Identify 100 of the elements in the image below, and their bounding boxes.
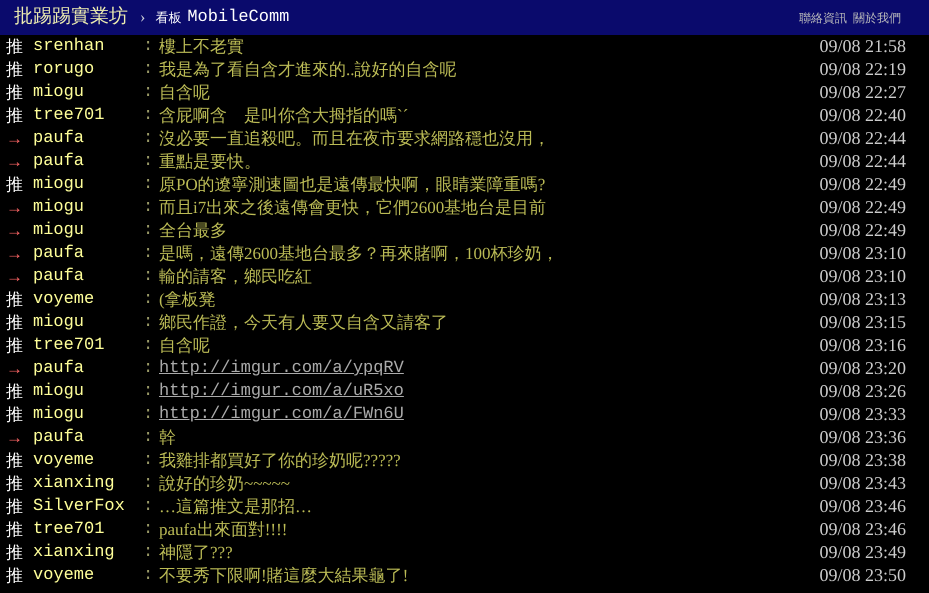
comment-text: 重點是要快。 xyxy=(159,151,261,173)
timestamp: 09/08 23:43 xyxy=(819,472,906,495)
push-tag: 推 xyxy=(6,495,33,518)
username: paufa xyxy=(33,427,86,449)
colon: : xyxy=(143,36,154,58)
username: miogu xyxy=(33,174,86,196)
comment-text: 神隱了??? xyxy=(159,542,233,564)
colon: : xyxy=(143,59,154,81)
timestamp: 09/08 23:50 xyxy=(819,564,906,587)
colon: : xyxy=(143,358,154,380)
username: SilverFox xyxy=(33,496,126,518)
timestamp: 09/08 23:46 xyxy=(819,518,906,541)
push-tag: → xyxy=(6,242,33,265)
comment-link[interactable]: http://imgur.com/a/uR5xo xyxy=(159,380,404,403)
username: rorugo xyxy=(33,59,96,81)
timestamp: 09/08 23:36 xyxy=(819,426,906,449)
nav-link[interactable]: 關於我們 xyxy=(853,8,901,26)
colon: : xyxy=(143,496,154,518)
username: srenhan xyxy=(33,36,106,58)
push-tag: → xyxy=(6,127,33,150)
username: miogu xyxy=(33,197,86,219)
comment-text: 說好的珍奶~~~~~ xyxy=(159,473,290,495)
comment-link[interactable]: http://imgur.com/a/FWn6U xyxy=(159,403,404,426)
username: tree701 xyxy=(33,105,106,127)
board-name-link[interactable]: MobileComm xyxy=(187,4,290,30)
timestamp: 09/08 22:27 xyxy=(819,81,906,104)
comment-text: 自含呢 xyxy=(159,82,210,104)
colon: : xyxy=(143,450,154,472)
push-tag: → xyxy=(6,150,33,173)
comment-text: 不要秀下限啊!賭這麼大結果龜了! xyxy=(159,565,408,587)
push-tag: 推 xyxy=(6,403,33,426)
timestamp: 09/08 23:49 xyxy=(819,541,906,564)
timestamp: 09/08 22:19 xyxy=(819,58,906,81)
nav-link[interactable]: 聯絡資訊 xyxy=(799,8,847,26)
timestamp: 09/08 22:44 xyxy=(819,150,906,173)
push-tag: 推 xyxy=(6,288,33,311)
timestamp: 09/08 23:10 xyxy=(819,265,906,288)
push-tag: → xyxy=(6,357,33,380)
colon: : xyxy=(143,128,154,150)
username: paufa xyxy=(33,266,86,288)
colon: : xyxy=(143,473,154,495)
breadcrumb-separator: › xyxy=(140,8,146,28)
colon: : xyxy=(143,427,154,449)
push-tag: 推 xyxy=(6,564,33,587)
timestamp: 09/08 21:58 xyxy=(819,35,906,58)
username: miogu xyxy=(33,220,86,242)
push-tag: 推 xyxy=(6,58,33,81)
username: tree701 xyxy=(33,519,106,541)
site-title-link[interactable]: 批踢踢實業坊 xyxy=(14,3,128,32)
push-tag: → xyxy=(6,426,33,449)
username: paufa xyxy=(33,128,86,150)
comment-text: paufa出來面對!!!! xyxy=(159,519,288,541)
username: miogu xyxy=(33,404,86,426)
comment-text: 樓上不老實 xyxy=(159,36,244,58)
push-tag: → xyxy=(6,265,33,288)
timestamp: 09/08 23:46 xyxy=(819,495,906,518)
push-tag: 推 xyxy=(6,173,33,196)
username: miogu xyxy=(33,381,86,403)
push-tag: 推 xyxy=(6,35,33,58)
push-tag: 推 xyxy=(6,334,33,357)
comment-text: 輸的請客，鄉民吃紅 xyxy=(159,266,312,288)
username: voyeme xyxy=(33,450,96,472)
comment-text: 自含呢 xyxy=(159,335,210,357)
username: voyeme xyxy=(33,565,96,587)
username: xianxing xyxy=(33,473,116,495)
colon: : xyxy=(143,266,154,288)
username: xianxing xyxy=(33,542,116,564)
push-tag: → xyxy=(6,219,33,242)
colon: : xyxy=(143,335,154,357)
push-tag: → xyxy=(6,196,33,219)
timestamp: 09/08 23:16 xyxy=(819,334,906,357)
timestamp: 09/08 23:10 xyxy=(819,242,906,265)
colon: : xyxy=(143,151,154,173)
username: paufa xyxy=(33,358,86,380)
colon: : xyxy=(143,82,154,104)
colon: : xyxy=(143,289,154,311)
colon: : xyxy=(143,243,154,265)
comment-text: 我是為了看自含才進來的..說好的自含呢 xyxy=(159,59,456,81)
timestamp: 09/08 23:15 xyxy=(819,311,906,334)
comment-text: 原PO的遼寧測速圖也是遠傳最快啊，眼睛業障重嗎? xyxy=(159,174,546,196)
comment-text: …這篇推文是那招… xyxy=(159,496,312,518)
push-tag: 推 xyxy=(6,311,33,334)
comment-text: 我雞排都買好了你的珍奶呢????? xyxy=(159,450,401,472)
timestamp: 09/08 23:20 xyxy=(819,357,906,380)
colon: : xyxy=(143,404,154,426)
colon: : xyxy=(143,565,154,587)
timestamp: 09/08 22:49 xyxy=(819,196,906,219)
username: tree701 xyxy=(33,335,106,357)
comment-text: 幹 xyxy=(159,427,176,449)
comment-text: 含屁啊含 是叫你含大拇指的嗎ˋˊ xyxy=(159,105,408,127)
comment-text: 是嗎，遠傳2600基地台最多？再來賭啊，100杯珍奶， xyxy=(159,243,558,265)
timestamp: 09/08 23:13 xyxy=(819,288,906,311)
push-tag: 推 xyxy=(6,104,33,127)
colon: : xyxy=(143,174,154,196)
username: paufa xyxy=(33,243,86,265)
colon: : xyxy=(143,542,154,564)
colon: : xyxy=(143,220,154,242)
comment-text: (拿板凳 xyxy=(159,289,216,311)
username: voyeme xyxy=(33,289,96,311)
comment-link[interactable]: http://imgur.com/a/ypqRV xyxy=(159,357,404,380)
